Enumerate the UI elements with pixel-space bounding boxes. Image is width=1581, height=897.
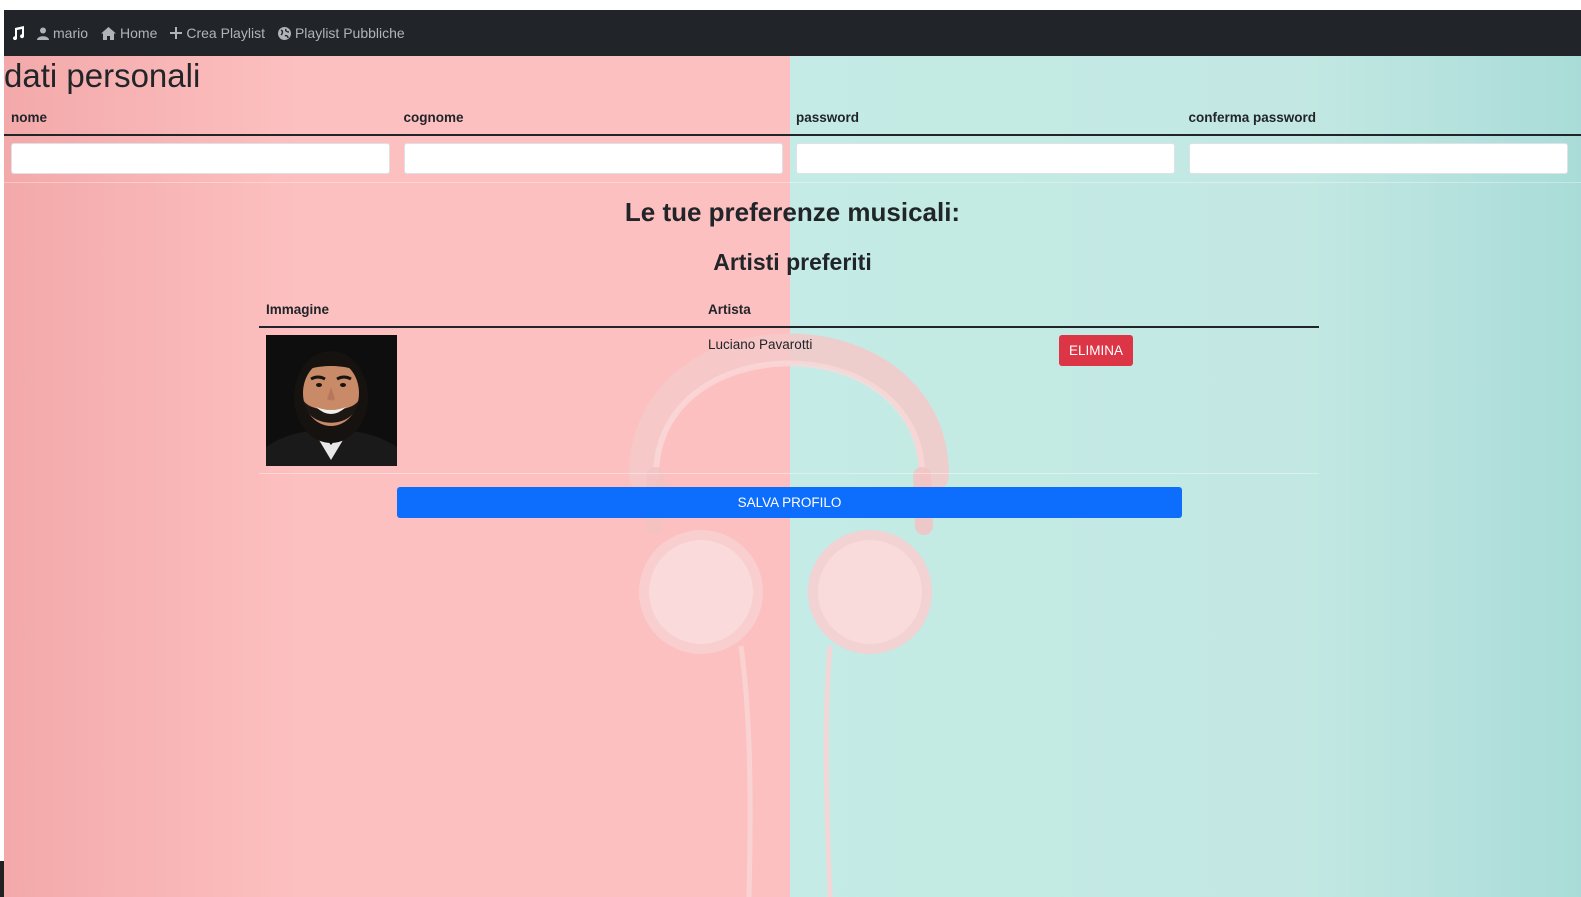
nav-user[interactable]: mario (37, 25, 88, 41)
nav-home[interactable]: Home (101, 25, 157, 41)
nav-public-playlists-label: Playlist Pubbliche (294, 25, 405, 41)
cell-confirm-password (1182, 136, 1575, 182)
delete-artist-button[interactable]: ELIMINA (1059, 335, 1133, 366)
column-header-artist: Artista (708, 302, 751, 317)
column-header-confirm-password: conferma password (1188, 110, 1317, 125)
window-top-strip (0, 0, 1581, 10)
main-content: dati personali nome cognome password con… (4, 56, 1581, 897)
column-header-nome: nome (11, 110, 48, 125)
nome-input[interactable] (11, 143, 390, 174)
favorite-artists-heading: Artisti preferiti (713, 249, 872, 275)
plus-icon (170, 27, 183, 39)
navbar: mario Home Crea Playlist Playlist Pubbli… (4, 10, 1581, 56)
artists-table-header: Immagine Artista (259, 292, 1319, 328)
save-profile-button[interactable]: SALVA PROFILO (397, 487, 1182, 518)
page-title: dati personali (4, 57, 201, 94)
home-icon (101, 26, 117, 40)
nav-create-playlist-label: Crea Playlist (186, 25, 265, 41)
table-row: Luciano Pavarotti ELIMINA (259, 328, 1319, 474)
favorite-artists-table: Immagine Artista Luciano Pavarotti ELIMI… (259, 292, 1319, 474)
nav-user-label: mario (53, 25, 89, 41)
globe-icon (277, 26, 291, 40)
artist-name: Luciano Pavarotti (708, 337, 813, 352)
personal-data-header: nome cognome password conferma password (4, 103, 1581, 136)
column-header-cognome: cognome (403, 110, 464, 125)
artist-portrait (266, 335, 397, 466)
cognome-input[interactable] (403, 143, 783, 174)
cell-nome (4, 136, 397, 182)
cell-password (789, 136, 1182, 182)
personal-data-row (4, 136, 1581, 183)
personal-data-table: nome cognome password conferma password (4, 103, 1581, 183)
music-note-icon[interactable] (11, 26, 25, 40)
column-header-image: Immagine (266, 302, 330, 317)
cell-cognome (397, 136, 790, 182)
nav-public-playlists[interactable]: Playlist Pubbliche (277, 25, 405, 41)
confirm-password-input[interactable] (1188, 143, 1568, 174)
password-input[interactable] (796, 143, 1175, 174)
nav-create-playlist[interactable]: Crea Playlist (170, 25, 265, 41)
nav-home-label: Home (120, 25, 158, 41)
user-icon (37, 27, 49, 40)
column-header-password: password (796, 110, 860, 125)
preferences-heading: Le tue preferenze musicali: (624, 197, 961, 227)
